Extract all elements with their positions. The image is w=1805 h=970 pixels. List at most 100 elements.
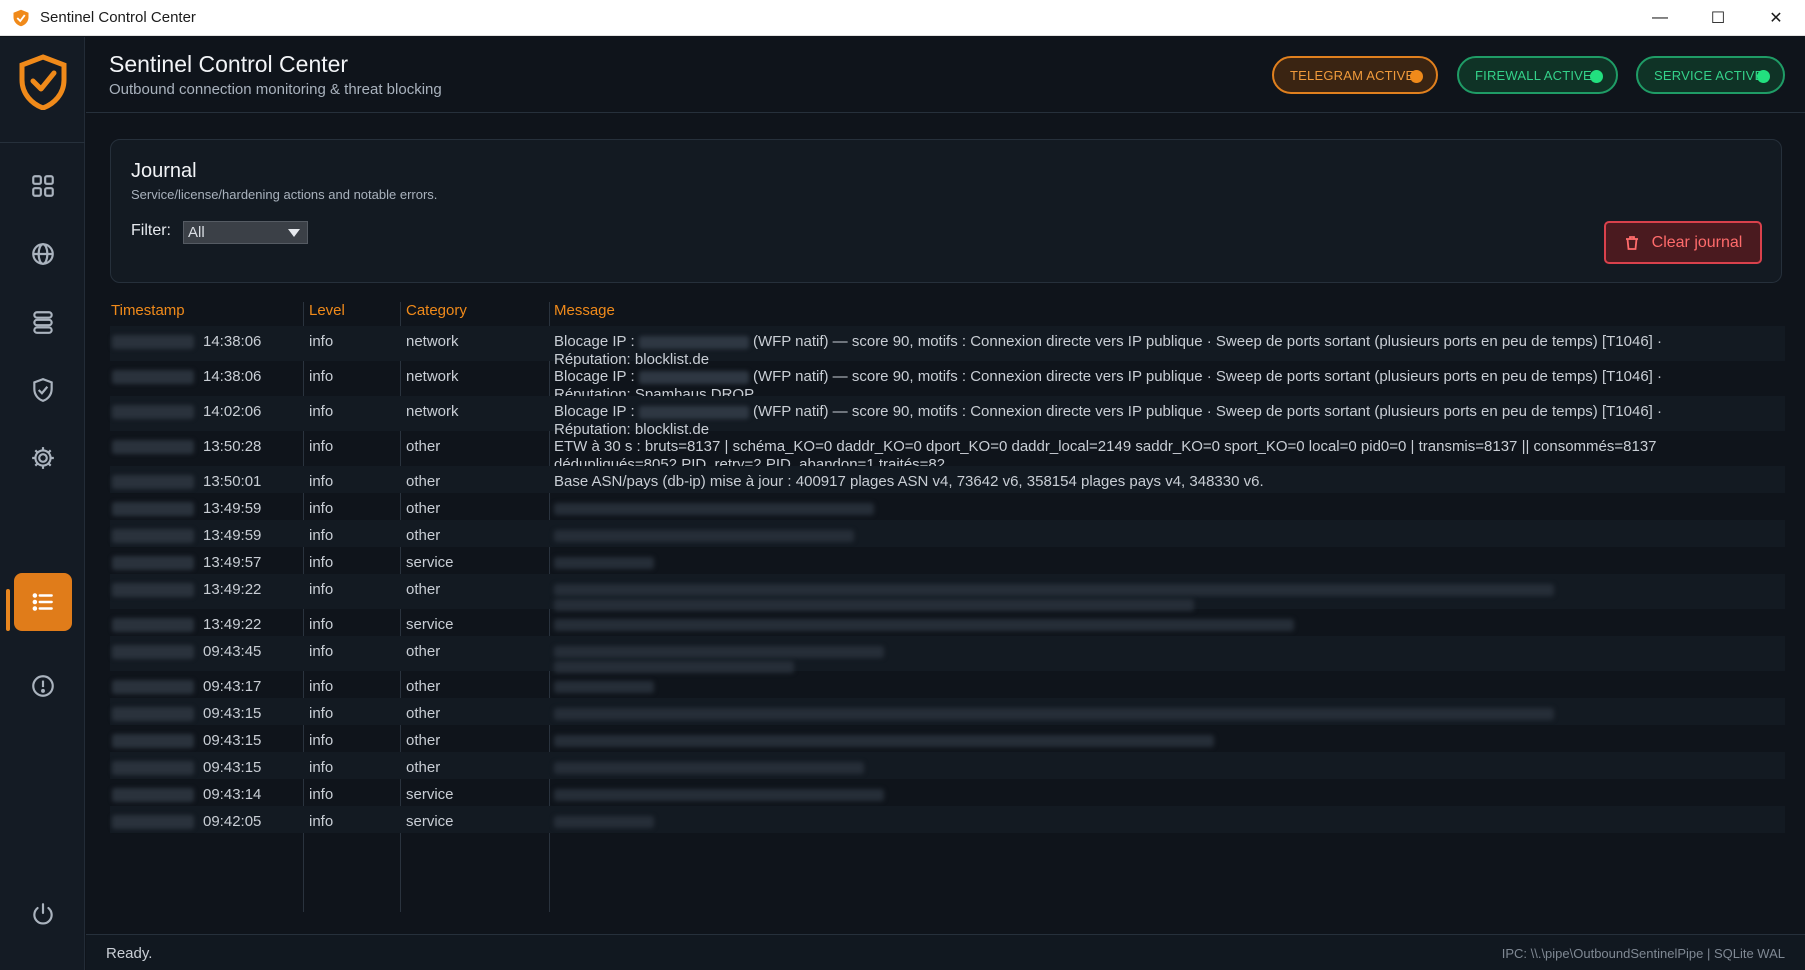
cell-category: other <box>406 705 441 722</box>
journal-subtitle: Service/license/hardening actions and no… <box>131 187 438 202</box>
sidebar-item-database[interactable] <box>14 293 72 351</box>
redacted-date <box>112 618 194 632</box>
redacted-ip <box>638 335 749 349</box>
table-row[interactable]: 09:43:15 info other <box>110 725 1785 752</box>
cell-level: info <box>309 527 334 544</box>
message-text: Blocage IP : <box>554 368 639 385</box>
firewall-status-badge[interactable]: FIREWALL ACTIVE <box>1457 56 1618 94</box>
cell-message <box>554 813 1779 828</box>
redacted-message <box>554 530 854 542</box>
cell-category: other <box>406 643 441 660</box>
table-row[interactable]: 14:38:06 info network Blocage IP : (WFP nat… <box>110 361 1785 403</box>
sidebar-item-about[interactable] <box>14 657 72 715</box>
minimize-button[interactable]: — <box>1631 0 1689 36</box>
cell-time: 13:50:01 <box>203 473 262 490</box>
redacted-date <box>112 788 194 802</box>
sidebar-item-network[interactable] <box>14 225 72 283</box>
sidebar-item-dashboard[interactable] <box>14 157 72 215</box>
cell-level: info <box>309 581 334 598</box>
filter-dropdown[interactable]: All <box>183 221 308 244</box>
table-row[interactable]: 14:02:06 info network Blocage IP : (WFP nat… <box>110 396 1785 438</box>
cell-level: info <box>309 473 334 490</box>
telegram-status-badge[interactable]: TELEGRAM ACTIVE <box>1272 56 1438 94</box>
sidebar <box>0 37 85 970</box>
cell-message <box>554 678 1779 693</box>
table-row[interactable]: 09:42:05 info service <box>110 806 1785 833</box>
table-row[interactable]: 13:50:01 info other Base ASN/pays (db-ip) m… <box>110 466 1785 493</box>
redacted-message <box>554 557 654 569</box>
cell-category: service <box>406 616 454 633</box>
table-row[interactable]: 13:49:57 info service <box>110 547 1785 574</box>
redacted-message <box>554 584 1554 596</box>
sidebar-item-settings[interactable] <box>14 429 72 487</box>
cell-level: info <box>309 759 334 776</box>
cell-category: service <box>406 554 454 571</box>
power-icon <box>33 903 53 925</box>
cell-level: info <box>309 500 334 517</box>
cell-message <box>554 581 1779 611</box>
sentinel-logo-icon <box>19 54 67 110</box>
header-timestamp[interactable]: Timestamp <box>111 302 185 319</box>
info-icon <box>32 675 54 697</box>
header-category[interactable]: Category <box>406 302 467 319</box>
cell-message <box>554 643 1779 673</box>
redacted-date <box>112 583 194 597</box>
table-row[interactable]: 13:49:59 info other <box>110 493 1785 520</box>
active-indicator <box>6 589 10 631</box>
table-row[interactable]: 13:49:22 info other <box>110 574 1785 611</box>
cell-category: network <box>406 368 459 385</box>
redacted-ip <box>638 370 749 384</box>
redacted-date <box>112 440 194 454</box>
close-button[interactable]: ✕ <box>1747 0 1805 36</box>
cell-time: 09:43:15 <box>203 732 262 749</box>
maximize-button[interactable]: ☐ <box>1689 0 1747 36</box>
message-text: Blocage IP : <box>554 403 639 420</box>
cell-message <box>554 786 1779 801</box>
shield-check-icon <box>33 378 53 402</box>
cell-time: 09:43:15 <box>203 759 262 776</box>
trash-icon <box>1625 235 1638 250</box>
table-row[interactable]: 13:49:59 info other <box>110 520 1785 547</box>
app-subtitle: Outbound connection monitoring & threat … <box>109 81 442 98</box>
table-row[interactable]: 09:43:14 info service <box>110 779 1785 806</box>
chevron-down-icon <box>288 229 300 237</box>
firewall-status-label: FIREWALL ACTIVE <box>1475 67 1592 83</box>
sidebar-item-journal[interactable] <box>14 573 72 631</box>
app-header: Sentinel Control Center Outbound connect… <box>86 37 1805 113</box>
cell-level: info <box>309 732 334 749</box>
table-row[interactable]: 13:50:28 info other ETW à 30 s : bruts=8137… <box>110 431 1785 473</box>
header-message[interactable]: Message <box>554 302 615 319</box>
sidebar-item-power[interactable] <box>14 885 72 943</box>
cell-message <box>554 732 1779 747</box>
table-row[interactable]: 14:38:06 info network Blocage IP : (WFP nat… <box>110 326 1785 368</box>
gear-icon <box>32 447 54 469</box>
redacted-date <box>112 370 194 384</box>
clear-journal-button[interactable]: Clear journal <box>1604 221 1762 264</box>
redacted-message <box>554 646 884 658</box>
table-body: 14:38:06 info network Blocage IP : (WFP nat… <box>110 326 1785 833</box>
cell-category: other <box>406 500 441 517</box>
globe-icon <box>32 243 54 265</box>
service-status-badge[interactable]: SERVICE ACTIVE <box>1636 56 1785 94</box>
cell-level: info <box>309 643 334 660</box>
cell-category: service <box>406 813 454 830</box>
table-row[interactable]: 13:49:22 info service <box>110 609 1785 636</box>
cell-time: 09:42:05 <box>203 813 262 830</box>
cell-time: 13:49:22 <box>203 616 262 633</box>
service-status-label: SERVICE ACTIVE <box>1654 67 1764 83</box>
table-row[interactable]: 09:43:15 info other <box>110 698 1785 725</box>
redacted-date <box>112 734 194 748</box>
cell-level: info <box>309 813 334 830</box>
cell-level: info <box>309 616 334 633</box>
cell-time: 09:43:14 <box>203 786 262 803</box>
cell-category: other <box>406 438 441 455</box>
sidebar-item-protection[interactable] <box>14 361 72 419</box>
redacted-message <box>554 789 884 801</box>
cell-category: other <box>406 473 441 490</box>
table-row[interactable]: 09:43:45 info other <box>110 636 1785 673</box>
redacted-date <box>112 502 194 516</box>
header-level[interactable]: Level <box>309 302 345 319</box>
table-row[interactable]: 09:43:17 info other <box>110 671 1785 698</box>
table-row[interactable]: 09:43:15 info other <box>110 752 1785 779</box>
ipc-info: IPC: \\.\pipe\OutboundSentinelPipe | SQL… <box>1501 946 1785 961</box>
